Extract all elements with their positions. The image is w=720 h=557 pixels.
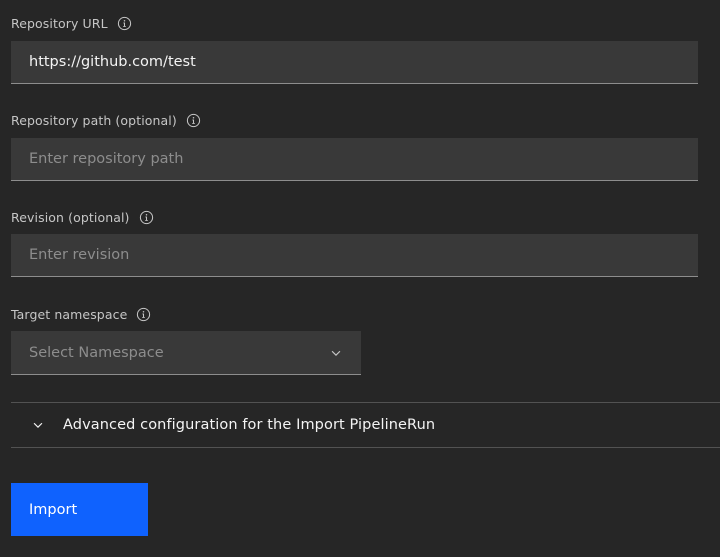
repo-url-label: Repository URL: [11, 14, 132, 32]
namespace-select-value: Select Namespace: [29, 344, 164, 361]
repo-url-input[interactable]: [11, 41, 698, 84]
information-icon[interactable]: [186, 113, 201, 128]
revision-input[interactable]: [11, 234, 698, 277]
repo-path-label-text: Repository path (optional): [11, 112, 177, 128]
import-form: Repository URL Repository path (optional…: [0, 0, 720, 557]
information-icon[interactable]: [117, 16, 132, 31]
namespace-select[interactable]: Select Namespace: [11, 331, 361, 375]
information-icon[interactable]: [136, 307, 151, 322]
revision-label: Revision (optional): [11, 208, 154, 226]
repo-path-input[interactable]: [11, 138, 698, 181]
chevron-down-icon: [329, 346, 343, 360]
chevron-down-icon: [31, 418, 45, 432]
information-icon[interactable]: [139, 210, 154, 225]
repo-path-label: Repository path (optional): [11, 111, 201, 129]
repo-url-label-text: Repository URL: [11, 15, 108, 31]
revision-label-text: Revision (optional): [11, 209, 130, 225]
namespace-label: Target namespace: [11, 305, 151, 323]
advanced-config-accordion[interactable]: Advanced configuration for the Import Pi…: [11, 402, 720, 448]
namespace-label-text: Target namespace: [11, 306, 128, 322]
advanced-config-title: Advanced configuration for the Import Pi…: [63, 417, 436, 433]
import-button[interactable]: Import: [11, 483, 148, 536]
